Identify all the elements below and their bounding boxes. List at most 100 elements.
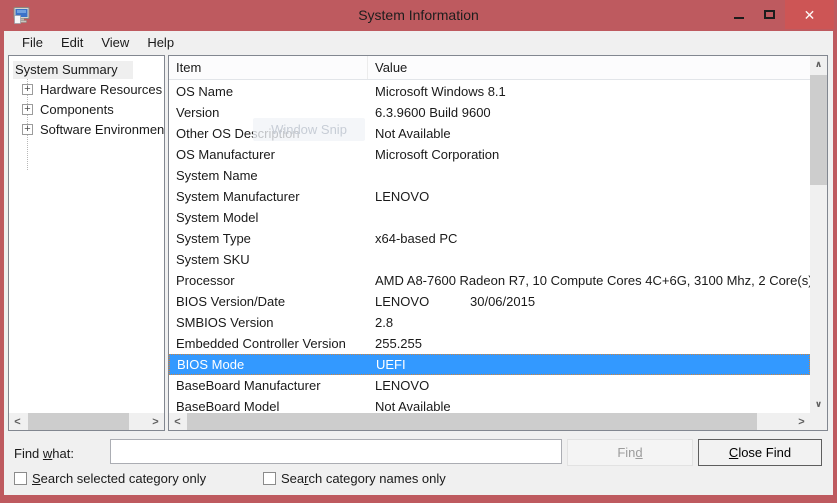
row-value: 2.8	[368, 315, 810, 330]
minimize-button[interactable]	[723, 0, 754, 29]
tree-item-label: System Summary	[13, 61, 133, 79]
find-input[interactable]	[110, 439, 562, 464]
row-item: System Model	[169, 210, 368, 225]
tree-item-software-environment[interactable]: + Software Environment	[22, 120, 165, 139]
table-body: OS NameMicrosoft Windows 8.1 Version6.3.…	[169, 81, 810, 413]
checkbox-label: Search category names only	[281, 471, 446, 486]
scroll-right-icon[interactable]: >	[793, 413, 810, 430]
table-row-version[interactable]: Version6.3.9600 Build 9600	[169, 102, 810, 123]
row-value: x64-based PC	[368, 231, 810, 246]
search-selected-category-option: Search selected category only	[14, 471, 206, 486]
table-header: Item Value	[169, 56, 810, 80]
row-value: UEFI	[369, 357, 809, 372]
table-row-bios-version-date[interactable]: BIOS Version/DateLENOVO30/06/2015	[169, 291, 810, 312]
table-row-embedded-controller-version[interactable]: Embedded Controller Version255.255	[169, 333, 810, 354]
expand-plus-icon[interactable]: +	[22, 124, 33, 135]
row-item: System Name	[169, 168, 368, 183]
row-item: System SKU	[169, 252, 368, 267]
window-title: System Information	[0, 7, 837, 23]
table-row-system-manufacturer[interactable]: System ManufacturerLENOVO	[169, 186, 810, 207]
row-value: 255.255	[368, 336, 810, 351]
row-item: OS Name	[169, 84, 368, 99]
scroll-right-icon[interactable]: >	[147, 413, 164, 430]
row-item: BaseBoard Model	[169, 399, 368, 413]
system-summary-table-pane: Item Value OS NameMicrosoft Windows 8.1 …	[168, 55, 828, 431]
menu-help[interactable]: Help	[138, 32, 183, 54]
menu-bar: File Edit View Help	[4, 31, 833, 54]
table-row-baseboard-model[interactable]: BaseBoard ModelNot Available	[169, 396, 810, 413]
table-row-system-name[interactable]: System Name	[169, 165, 810, 186]
tree-item-label: Components	[38, 102, 116, 117]
scroll-left-icon[interactable]: <	[169, 413, 186, 430]
table-row-smbios-version[interactable]: SMBIOS Version2.8	[169, 312, 810, 333]
window-controls: ✕	[723, 0, 834, 29]
scrollbar-corner	[810, 413, 827, 430]
system-information-window: System Information ✕ File Edit View Help…	[0, 0, 837, 503]
row-item: BIOS Version/Date	[169, 294, 368, 309]
row-value-date: 30/06/2015	[470, 294, 535, 309]
table-row-system-model[interactable]: System Model	[169, 207, 810, 228]
tree-item-label: Software Environment	[38, 122, 165, 137]
close-find-button[interactable]: Close Find	[698, 439, 822, 466]
row-item: Embedded Controller Version	[169, 336, 368, 351]
row-value: 6.3.9600 Build 9600	[368, 105, 810, 120]
maximize-icon	[764, 10, 775, 19]
scroll-left-icon[interactable]: <	[9, 413, 26, 430]
scrollbar-thumb[interactable]	[28, 413, 129, 430]
table-vertical-scrollbar[interactable]: ∧ ∨	[810, 56, 827, 413]
table-horizontal-scrollbar[interactable]: < >	[169, 413, 810, 430]
row-item: SMBIOS Version	[169, 315, 368, 330]
scrollbar-thumb[interactable]	[810, 75, 827, 185]
row-value-main: LENOVO	[375, 294, 470, 309]
find-what-label: Find what:	[14, 446, 74, 461]
search-category-names-checkbox[interactable]	[263, 472, 276, 485]
expand-plus-icon[interactable]: +	[22, 104, 33, 115]
row-item: Version	[169, 105, 368, 120]
tree-item-components[interactable]: + Components	[22, 100, 116, 119]
table-row-other-os-description[interactable]: Other OS DescriptionNot Available	[169, 123, 810, 144]
table-row-processor[interactable]: ProcessorAMD A8-7600 Radeon R7, 10 Compu…	[169, 270, 810, 291]
titlebar[interactable]: System Information ✕	[0, 0, 837, 31]
minimize-icon	[734, 17, 744, 19]
find-bar: Find what: Find Close Find Search select…	[4, 431, 833, 495]
tree-horizontal-scrollbar[interactable]: < >	[9, 413, 164, 430]
table-row-system-sku[interactable]: System SKU	[169, 249, 810, 270]
table-row-baseboard-manufacturer[interactable]: BaseBoard ManufacturerLENOVO	[169, 375, 810, 396]
checkbox-label: Search selected category only	[32, 471, 206, 486]
menu-view[interactable]: View	[92, 32, 138, 54]
menu-file[interactable]: File	[13, 32, 52, 54]
category-tree-pane: System Summary + Hardware Resources + Co…	[8, 55, 165, 431]
find-button[interactable]: Find	[567, 439, 693, 466]
scroll-down-icon[interactable]: ∨	[810, 396, 827, 413]
close-icon: ✕	[804, 8, 816, 22]
tree-item-system-summary[interactable]: System Summary	[13, 60, 133, 79]
search-selected-category-checkbox[interactable]	[14, 472, 27, 485]
search-category-names-option: Search category names only	[263, 471, 446, 486]
row-value: AMD A8-7600 Radeon R7, 10 Compute Cores …	[368, 273, 810, 288]
tree-item-hardware-resources[interactable]: + Hardware Resources	[22, 80, 164, 99]
row-value: LENOVO	[368, 189, 810, 204]
row-item: BIOS Mode	[170, 357, 369, 372]
table-row-os-manufacturer[interactable]: OS ManufacturerMicrosoft Corporation	[169, 144, 810, 165]
row-value: Microsoft Windows 8.1	[368, 84, 810, 99]
row-value: Not Available	[368, 399, 810, 413]
row-value: LENOVO30/06/2015	[368, 294, 810, 309]
menu-edit[interactable]: Edit	[52, 32, 92, 54]
row-item: System Manufacturer	[169, 189, 368, 204]
row-item: Processor	[169, 273, 368, 288]
row-value: Not Available	[368, 126, 810, 141]
column-header-item[interactable]: Item	[169, 56, 368, 79]
column-header-value[interactable]: Value	[368, 60, 407, 75]
row-item: BaseBoard Manufacturer	[169, 378, 368, 393]
table-row-system-type[interactable]: System Typex64-based PC	[169, 228, 810, 249]
maximize-button[interactable]	[754, 0, 785, 29]
row-item: Other OS Description	[169, 126, 368, 141]
table-row-bios-mode-selected[interactable]: BIOS ModeUEFI	[169, 354, 810, 375]
scroll-up-icon[interactable]: ∧	[810, 56, 827, 73]
row-item: System Type	[169, 231, 368, 246]
expand-plus-icon[interactable]: +	[22, 84, 33, 95]
row-item: OS Manufacturer	[169, 147, 368, 162]
scrollbar-thumb[interactable]	[187, 413, 757, 430]
close-button[interactable]: ✕	[785, 0, 834, 29]
table-row-os-name[interactable]: OS NameMicrosoft Windows 8.1	[169, 81, 810, 102]
